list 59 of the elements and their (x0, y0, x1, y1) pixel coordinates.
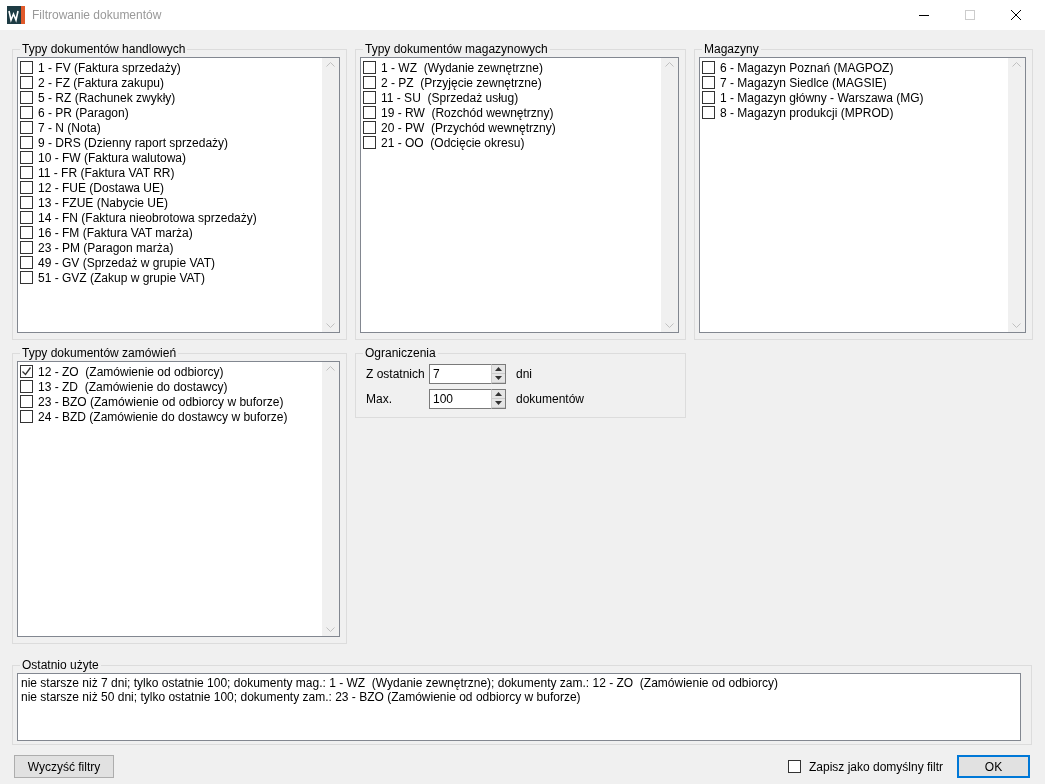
checkbox[interactable] (20, 151, 33, 164)
checkbox[interactable] (702, 61, 715, 74)
app-logo-icon (7, 6, 25, 24)
checkbox[interactable] (20, 181, 33, 194)
ok-button[interactable]: OK (957, 755, 1030, 778)
checkbox[interactable] (20, 226, 33, 239)
list-item-label[interactable]: 12 - ZO (Zamówienie od odbiorcy) (38, 362, 224, 381)
list-item-label[interactable]: 6 - Magazyn Poznań (MAGPOZ) (720, 58, 894, 77)
checkbox-list[interactable]: 12 - ZO (Zamówienie od odbiorcy) 13 - ZD (Zamówienie do dostawcy) 23 - BZO (Zamówienie od odbiorcy w buforze) 24 - BZD (Zamówienie do dostawcy w buforze) (17, 361, 340, 637)
checkbox[interactable] (20, 121, 33, 134)
checkbox[interactable] (20, 91, 33, 104)
group-title: Typy dokumentów zamówień (21, 346, 178, 360)
checkbox[interactable] (702, 106, 715, 119)
checkbox[interactable] (20, 271, 33, 284)
checkbox-label[interactable]: Zapisz jako domyślny filtr (808, 757, 943, 776)
list-item-label[interactable]: 1 - WZ (Wydanie zewnętrzne) (381, 58, 543, 77)
checkbox[interactable] (363, 91, 376, 104)
recent-filter-entry[interactable]: nie starsze niż 50 dni; tylko ostatnie 100; dokumenty zam.: 23 - BZO (Zamówienie od odbiorcy w buforze) (21, 690, 1017, 704)
checkbox[interactable] (20, 256, 33, 269)
checkbox[interactable] (20, 166, 33, 179)
checkbox[interactable] (20, 61, 33, 74)
window-title: Filtrowanie dokumentów (32, 7, 162, 24)
checkbox[interactable] (20, 410, 33, 423)
list-item-label[interactable]: 1 - FV (Faktura sprzedaży) (38, 58, 181, 77)
field-label: Z ostatnich (366, 365, 426, 383)
checkbox[interactable] (20, 106, 33, 119)
checkbox[interactable] (20, 136, 33, 149)
clear-filters-button[interactable]: Wyczyść filtry (14, 755, 114, 778)
number-field[interactable]: 100 (429, 388, 491, 409)
recent-filters-list[interactable] (17, 673, 1021, 741)
checkbox[interactable] (20, 211, 33, 224)
checkbox[interactable] (363, 136, 376, 149)
group-title: Typy dokumentów magazynowych (364, 42, 549, 56)
checkbox-list[interactable]: 6 - Magazyn Poznań (MAGPOZ) 7 - Magazyn Siedlce (MAGSIE) 1 - Magazyn główny - Warszawa (MG) 8 - Magazyn produkcji (MPROD) (699, 57, 1026, 333)
group-title: Magazyny (703, 42, 760, 56)
recent-filter-entry[interactable]: nie starsze niż 7 dni; tylko ostatnie 100; dokumenty mag.: 1 - WZ (Wydanie zewnętrzne); dokumenty zam.: 12 - ZO (Zamówienie od odbiorcy) (21, 676, 1017, 690)
checkbox[interactable] (363, 76, 376, 89)
checkbox[interactable] (787, 760, 801, 773)
unit-label: dni (516, 365, 532, 383)
checkbox[interactable] (20, 241, 33, 254)
group-title: Ograniczenia (364, 346, 437, 360)
checkbox[interactable] (20, 365, 33, 378)
checkbox[interactable] (363, 61, 376, 74)
field-label: Max. (366, 390, 393, 408)
checkbox[interactable] (702, 91, 715, 104)
checkbox[interactable] (363, 121, 376, 134)
checkbox[interactable] (20, 76, 33, 89)
checkbox[interactable] (702, 76, 715, 89)
group-title: Ostatnio użyte (21, 658, 100, 672)
group-title: Typy dokumentów handlowych (21, 42, 187, 56)
checkbox[interactable] (20, 380, 33, 393)
unit-label: dokumentów (516, 390, 585, 408)
checkbox-list[interactable] (17, 57, 340, 333)
checkbox[interactable] (20, 196, 33, 209)
close-icon[interactable] (1011, 10, 1021, 20)
checkbox[interactable] (20, 395, 33, 408)
checkbox[interactable] (363, 106, 376, 119)
checkbox-list[interactable]: 1 - WZ (Wydanie zewnętrzne) 2 - PZ (Przyjęcie zewnętrzne) 11 - SU (Sprzedaż usług) 19 - RW (Rozchód wewnętrzny) 20 - PW (Przychód wewnętrzny) 21 - OO (Odcięcie okresu) (360, 57, 679, 333)
number-field[interactable]: 7 (429, 363, 491, 384)
